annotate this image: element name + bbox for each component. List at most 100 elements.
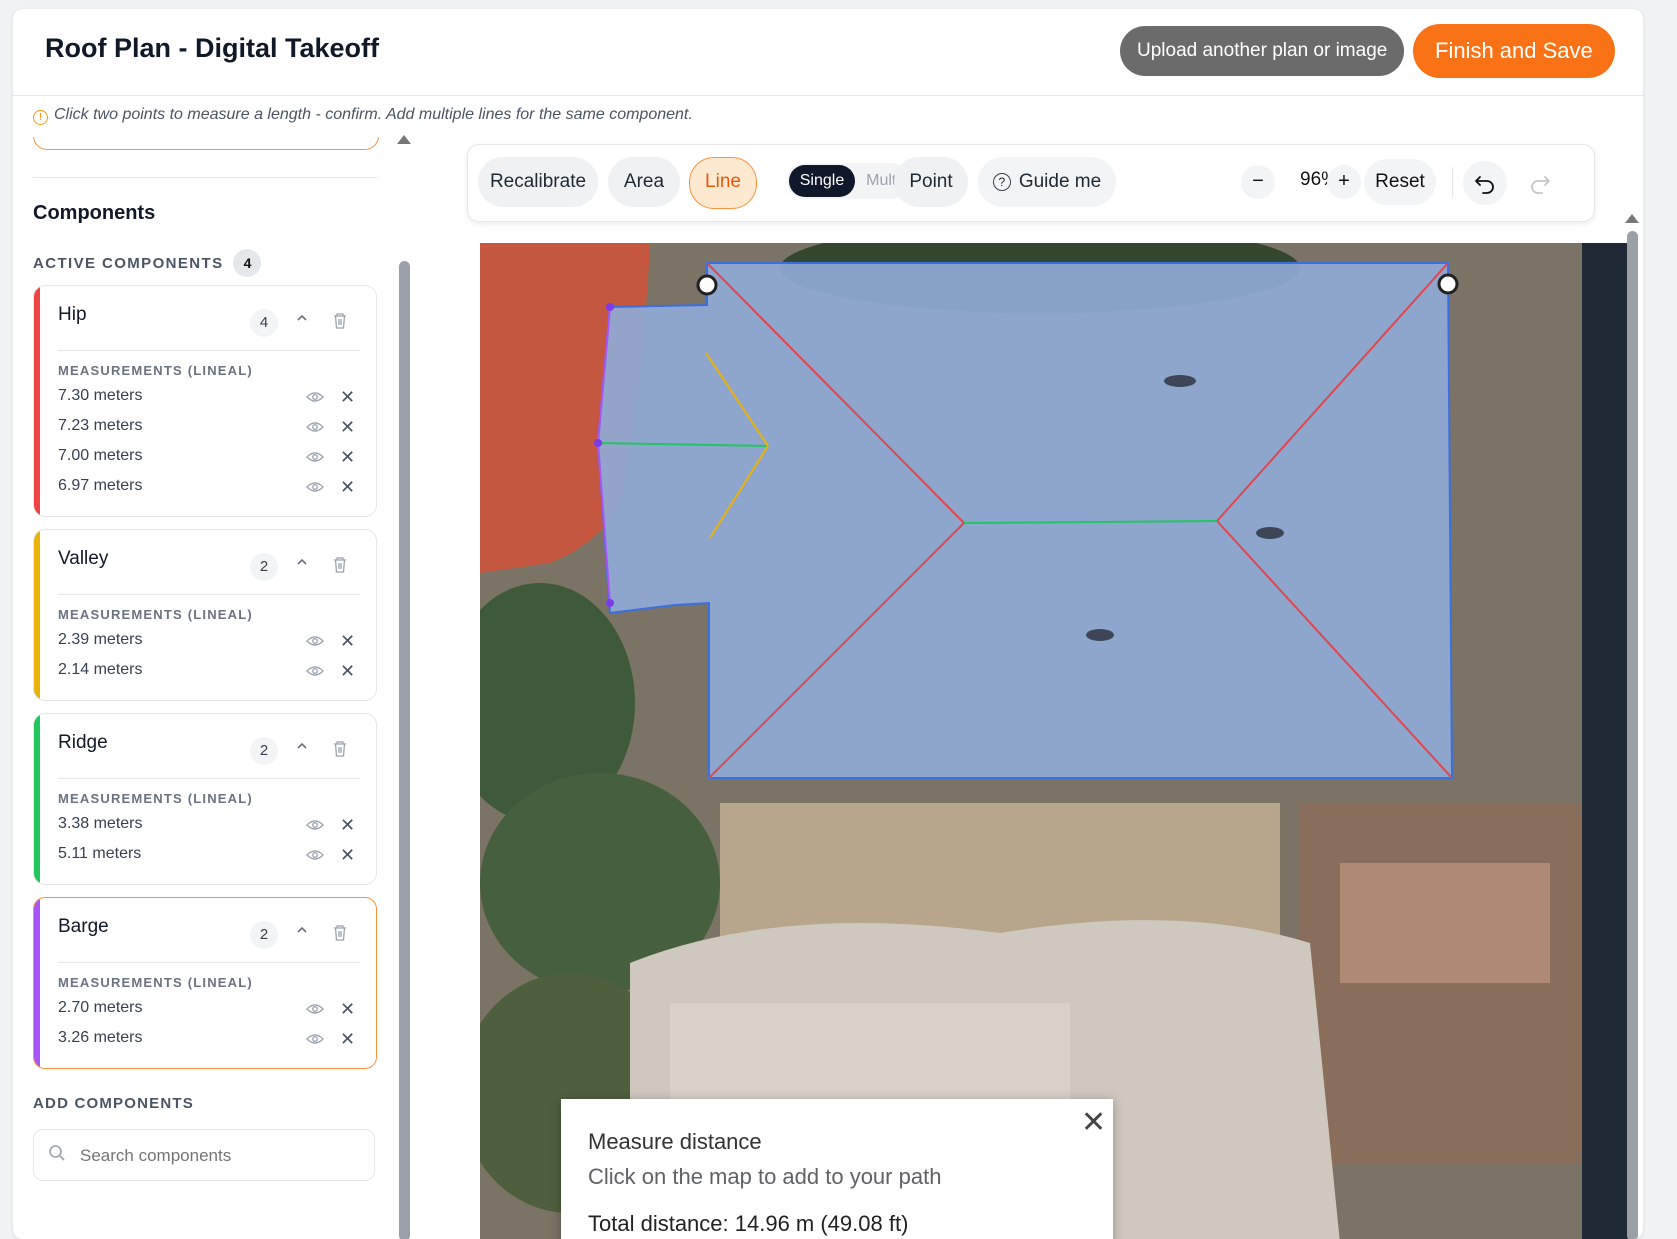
divider: [58, 594, 360, 595]
upload-another-plan-button[interactable]: Upload another plan or image: [1120, 26, 1405, 76]
measurement-count-badge: 2: [250, 553, 278, 581]
eye-icon[interactable]: [306, 818, 324, 832]
search-icon: [49, 1145, 65, 1161]
remove-measurement-icon[interactable]: ✕: [340, 387, 355, 408]
divider: [58, 350, 360, 351]
divider: [33, 177, 377, 178]
sidebar-scroll-thumb[interactable]: [399, 261, 410, 1239]
remove-measurement-icon[interactable]: ✕: [340, 661, 355, 682]
measurement-value: 3.38 meters: [58, 815, 143, 832]
chevron-up-icon[interactable]: [292, 308, 312, 328]
line-tool-button[interactable]: Line: [689, 157, 757, 209]
component-card-hip[interactable]: Hip 4 MEASUREMENTS (LINEAL) 7.30 meters …: [33, 285, 377, 517]
remove-measurement-icon[interactable]: ✕: [340, 477, 355, 498]
component-card-barge[interactable]: Barge 2 MEASUREMENTS (LINEAL) 2.70 meter…: [33, 897, 377, 1069]
component-name: Barge: [58, 916, 109, 937]
remove-measurement-icon[interactable]: ✕: [340, 845, 355, 866]
remove-measurement-icon[interactable]: ✕: [340, 1029, 355, 1050]
component-search-box[interactable]: [33, 1129, 375, 1181]
remove-measurement-icon[interactable]: ✕: [340, 999, 355, 1020]
reset-zoom-button[interactable]: Reset: [1364, 159, 1436, 205]
eye-icon[interactable]: [306, 848, 324, 862]
trash-icon[interactable]: [332, 924, 348, 942]
measurement-row: 2.70 meters ✕: [58, 994, 358, 1024]
measurement-row: 2.14 meters ✕: [58, 656, 358, 686]
components-heading: Components: [33, 202, 156, 224]
single-mode-option[interactable]: Single: [789, 165, 855, 197]
zoom-in-button[interactable]: +: [1327, 165, 1361, 199]
measure-end-handle[interactable]: [1437, 273, 1459, 295]
scroll-up-arrow-icon[interactable]: [1625, 214, 1639, 223]
roof-vent: [1164, 375, 1196, 387]
point-tool-button[interactable]: Point: [894, 157, 968, 207]
close-icon[interactable]: ✕: [1081, 1105, 1106, 1140]
scroll-up-arrow-icon[interactable]: [397, 135, 411, 144]
chevron-up-icon[interactable]: [292, 920, 312, 940]
eye-icon[interactable]: [306, 1032, 324, 1046]
chevron-up-icon[interactable]: [292, 736, 312, 756]
component-name: Hip: [58, 304, 87, 325]
area-tool-button[interactable]: Area: [608, 157, 680, 207]
measurement-value: 6.97 meters: [58, 477, 143, 494]
component-card-valley[interactable]: Valley 2 MEASUREMENTS (LINEAL) 2.39 mete…: [33, 529, 377, 701]
measurement-value: 7.00 meters: [58, 447, 143, 464]
remove-measurement-icon[interactable]: ✕: [340, 631, 355, 652]
measurement-row: 7.00 meters ✕: [58, 442, 358, 472]
barge-vertex[interactable]: [594, 439, 602, 447]
neighbor-roof-section: [1340, 863, 1550, 983]
barge-vertex[interactable]: [606, 599, 614, 607]
barge-vertex[interactable]: [606, 303, 614, 311]
page-title: Roof Plan - Digital Takeoff: [45, 33, 380, 63]
remove-measurement-icon[interactable]: ✕: [340, 447, 355, 468]
measure-start-handle[interactable]: [696, 274, 718, 296]
components-sidebar: Components ACTIVE COMPONENTS 4 Hip 4 MEAS…: [13, 137, 433, 1237]
trash-icon[interactable]: [332, 312, 348, 330]
measurements-heading: MEASUREMENTS (LINEAL): [58, 607, 253, 622]
trash-icon[interactable]: [332, 556, 348, 574]
trash-icon[interactable]: [332, 740, 348, 758]
finish-and-save-button[interactable]: Finish and Save: [1413, 24, 1615, 78]
measurement-row: 6.97 meters ✕: [58, 472, 358, 502]
previous-card-edge: [33, 137, 379, 150]
help-icon: ?: [992, 173, 1011, 191]
component-name: Valley: [58, 548, 109, 569]
roof-vent: [1086, 629, 1114, 641]
map-scroll-thumb[interactable]: [1627, 231, 1638, 1239]
eye-icon[interactable]: [306, 390, 324, 404]
zoom-out-button[interactable]: −: [1241, 165, 1275, 199]
toolbar-divider: [1452, 167, 1453, 197]
recalibrate-button[interactable]: Recalibrate: [478, 157, 598, 207]
card-accent-bar: [34, 714, 40, 884]
info-icon: !: [33, 110, 48, 125]
roof-area-polygon[interactable]: [596, 262, 1454, 779]
measurement-count-badge: 2: [250, 737, 278, 765]
eye-icon[interactable]: [306, 1002, 324, 1016]
component-card-ridge[interactable]: Ridge 2 MEASUREMENTS (LINEAL) 3.38 meter…: [33, 713, 377, 885]
measurement-value: 2.39 meters: [58, 631, 143, 648]
guide-me-button[interactable]: ? Guide me: [978, 157, 1116, 207]
eye-icon[interactable]: [306, 450, 324, 464]
card-accent-bar: [34, 530, 40, 700]
redo-button[interactable]: [1518, 161, 1562, 205]
measurement-value: 2.14 meters: [58, 661, 143, 678]
remove-measurement-icon[interactable]: ✕: [340, 815, 355, 836]
remove-measurement-icon[interactable]: ✕: [340, 417, 355, 438]
undo-icon: [1475, 176, 1494, 194]
undo-button[interactable]: [1463, 161, 1507, 205]
eye-icon[interactable]: [306, 634, 324, 648]
active-components-heading: ACTIVE COMPONENTS 4: [33, 249, 262, 277]
eye-icon[interactable]: [306, 664, 324, 678]
search-input[interactable]: [78, 1140, 362, 1172]
card-accent-bar: [34, 898, 40, 1068]
popup-title: Measure distance: [588, 1129, 762, 1154]
map-canvas[interactable]: [480, 243, 1632, 1239]
instruction-hint: ! Click two points to measure a length - …: [33, 106, 693, 125]
measurement-value: 7.30 meters: [58, 387, 143, 404]
roof-vent: [1256, 527, 1284, 539]
guide-me-label: Guide me: [1018, 171, 1102, 192]
aerial-roof-image[interactable]: [480, 243, 1632, 1239]
eye-icon[interactable]: [306, 420, 324, 434]
total-distance: Total distance: 14.96 m (49.08 ft): [588, 1211, 909, 1236]
chevron-up-icon[interactable]: [292, 552, 312, 572]
eye-icon[interactable]: [306, 480, 324, 494]
